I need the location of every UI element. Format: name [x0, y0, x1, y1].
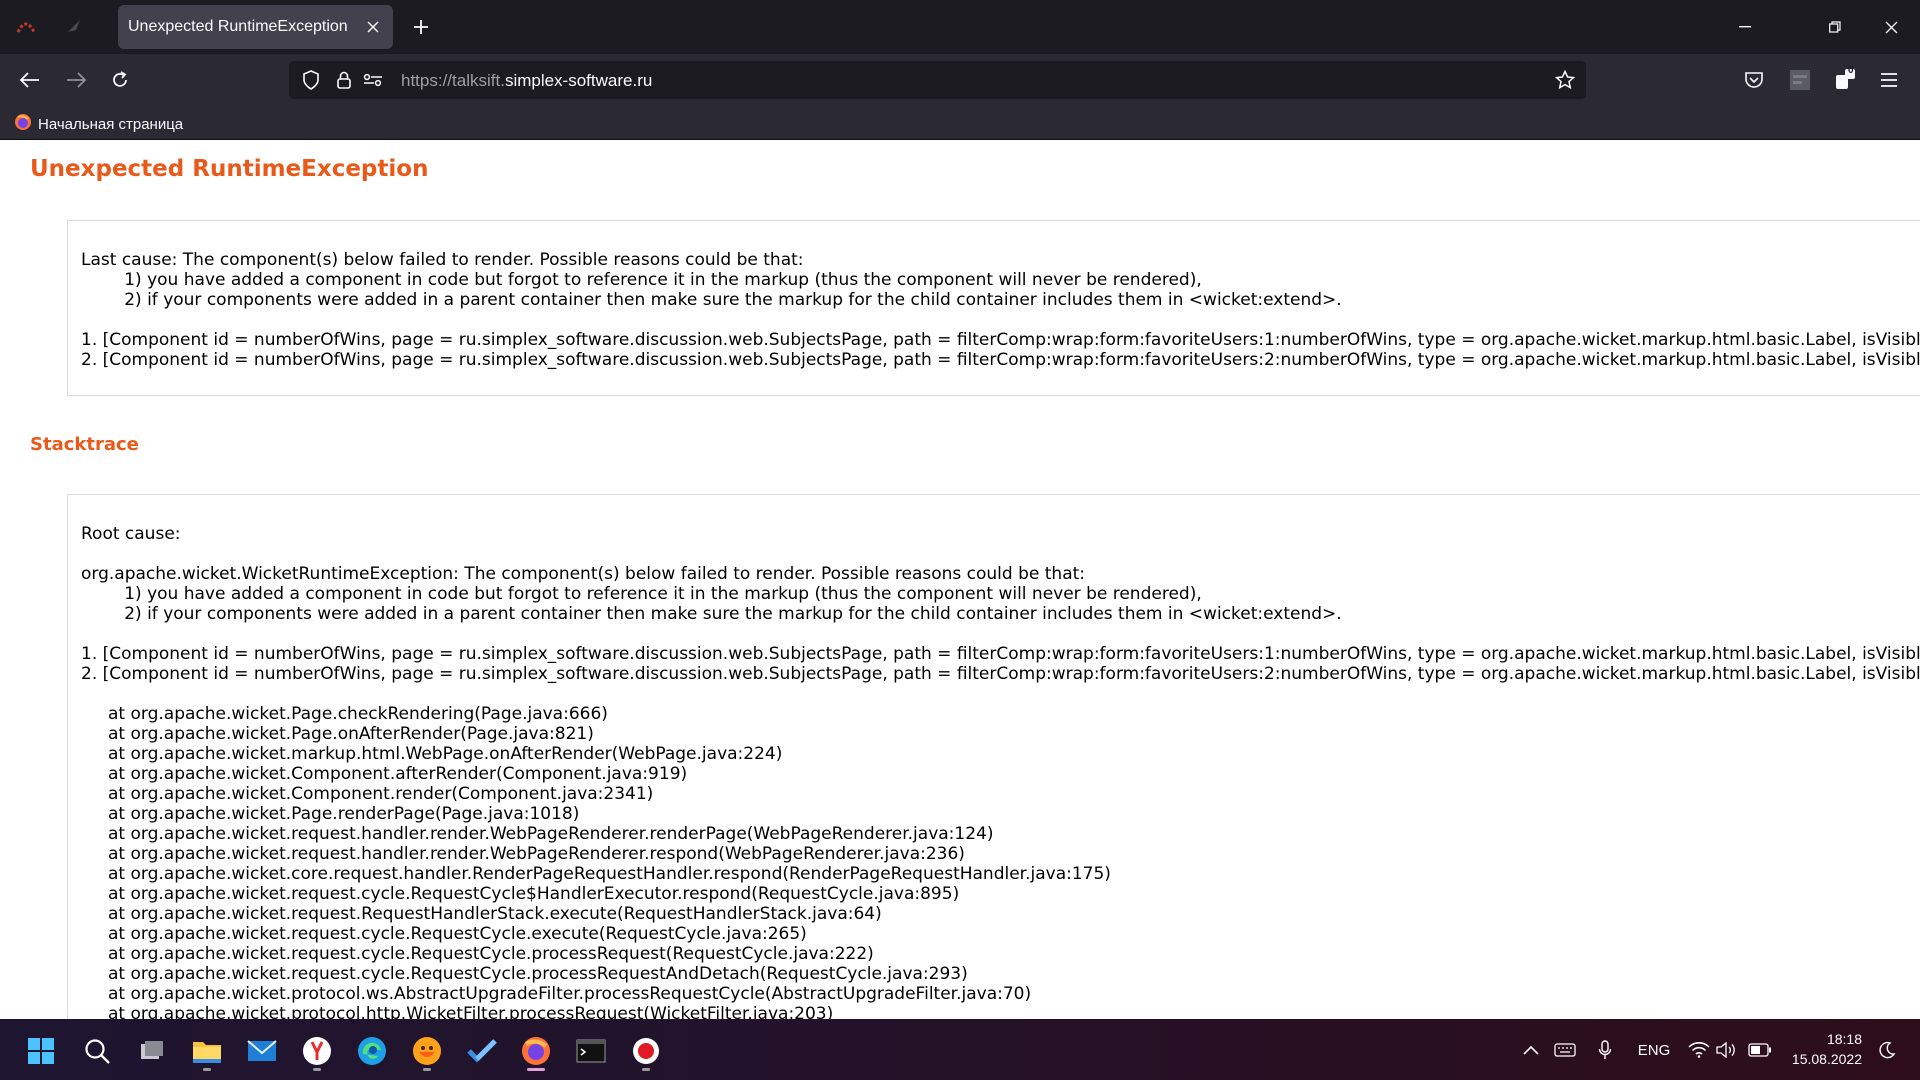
- chevron-up-icon[interactable]: [1520, 1037, 1542, 1063]
- bookmark-label: Начальная страница: [38, 115, 184, 133]
- wifi-icon[interactable]: [1688, 1037, 1710, 1063]
- stacktrace-text: Root cause: org.apache.wicket.WicketRunt…: [81, 524, 1920, 1019]
- clock[interactable]: 18:18 15.08.2022: [1780, 1029, 1862, 1069]
- running-indicator: [313, 1068, 321, 1071]
- pinned-site-icon: [65, 17, 83, 39]
- terminal-icon[interactable]: [569, 1029, 613, 1073]
- app-icon[interactable]: [405, 1029, 449, 1073]
- yandex-browser-icon[interactable]: [295, 1029, 339, 1073]
- search-icon[interactable]: [75, 1029, 119, 1073]
- language-label: ENG: [1637, 1041, 1671, 1059]
- record-icon[interactable]: [624, 1029, 668, 1073]
- windows-start-icon[interactable]: [19, 1029, 63, 1073]
- page-title: Unexpected RuntimeException: [30, 156, 429, 182]
- url-text[interactable]: https://talksift.simplex-software.ru: [401, 71, 652, 91]
- pocket-icon[interactable]: [1738, 64, 1770, 96]
- tab-title: Unexpected RuntimeException: [128, 18, 348, 35]
- pinned-tab-1[interactable]: [10, 12, 42, 44]
- stacktrace-heading: Stacktrace: [30, 434, 139, 455]
- running-indicator: [203, 1068, 211, 1071]
- menu-icon[interactable]: [1873, 64, 1905, 96]
- running-indicator: [642, 1068, 650, 1071]
- taskbar: ENG 18:18 15.08.2022: [0, 1019, 1920, 1080]
- restore-icon[interactable]: [1812, 12, 1858, 42]
- notification-moon-icon[interactable]: [1876, 1037, 1898, 1063]
- active-indicator: [527, 1068, 545, 1071]
- close-window-icon[interactable]: [1868, 12, 1914, 42]
- last-cause-box: Last cause: The component(s) below faile…: [67, 220, 1920, 396]
- reload-icon[interactable]: [104, 64, 136, 96]
- forward-arrow-icon[interactable]: [60, 64, 92, 96]
- volume-icon[interactable]: [1716, 1037, 1738, 1063]
- url-host: simplex-software.ru: [504, 71, 653, 90]
- pinned-tab-2[interactable]: [58, 12, 90, 44]
- url-bar[interactable]: https://talksift.simplex-software.ru: [289, 61, 1586, 99]
- edge-icon[interactable]: [350, 1029, 394, 1073]
- clock-time: 18:18: [1826, 1031, 1862, 1047]
- back-arrow-icon[interactable]: [14, 64, 46, 96]
- microphone-icon[interactable]: [1595, 1037, 1615, 1063]
- star-icon[interactable]: [1553, 68, 1577, 92]
- firefox-icon: [14, 113, 32, 135]
- battery-icon[interactable]: [1748, 1037, 1772, 1063]
- new-tab-plus-icon[interactable]: [408, 14, 434, 40]
- lock-icon[interactable]: [332, 68, 356, 92]
- mail-icon[interactable]: [240, 1029, 284, 1073]
- running-indicator: [423, 1068, 431, 1071]
- stacktrace-box: Root cause: org.apache.wicket.WicketRunt…: [67, 494, 1920, 1019]
- page-content: Unexpected RuntimeException Last cause: …: [0, 140, 1920, 1019]
- todo-icon[interactable]: [460, 1029, 504, 1073]
- keyboard-icon[interactable]: [1553, 1037, 1577, 1063]
- shield-icon[interactable]: [299, 68, 323, 92]
- url-prefix: https://talksift.: [401, 71, 505, 90]
- permissions-icon[interactable]: [361, 68, 385, 92]
- active-tab[interactable]: Unexpected RuntimeException: [118, 5, 393, 49]
- pinned-site-icon: [16, 18, 36, 38]
- task-view-icon[interactable]: [130, 1029, 174, 1073]
- minimize-icon[interactable]: [1722, 12, 1768, 42]
- bookmarks-toolbar: [0, 107, 1920, 140]
- file-explorer-icon[interactable]: [185, 1029, 229, 1073]
- clock-date: 15.08.2022: [1791, 1051, 1862, 1067]
- extension-badge: 0: [1848, 65, 1854, 76]
- last-cause-text: Last cause: The component(s) below faile…: [81, 250, 1920, 370]
- extensions-icon[interactable]: 0: [1828, 64, 1860, 96]
- tab-strip: Unexpected RuntimeException: [0, 0, 1920, 54]
- tab-close-icon[interactable]: [361, 15, 385, 39]
- input-language[interactable]: ENG: [1636, 1037, 1672, 1063]
- firefox-icon[interactable]: [514, 1029, 558, 1073]
- bookmark-home[interactable]: Начальная страница: [14, 113, 183, 135]
- extension-icon[interactable]: [1784, 64, 1816, 96]
